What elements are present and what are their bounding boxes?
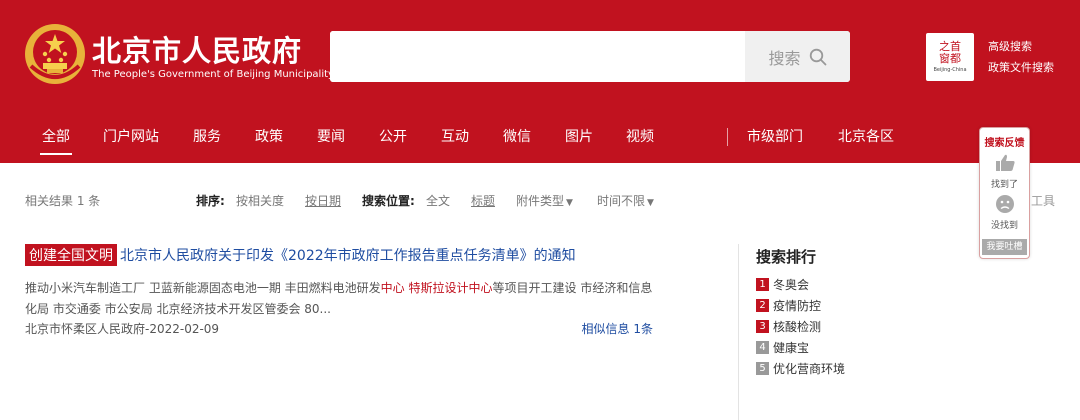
- chevron-down-icon: ▼: [566, 198, 573, 208]
- ranking-item[interactable]: 3 核酸检测: [756, 317, 956, 338]
- sort-label: 排序:: [196, 194, 225, 208]
- time-range-label: 时间不限: [597, 194, 646, 208]
- header-topbar: 北京市人民政府 The People's Government of Beiji…: [0, 0, 1080, 110]
- search-button[interactable]: 搜索: [745, 31, 850, 82]
- nav-item-policy[interactable]: 政策: [255, 111, 283, 163]
- rank-number: 3: [756, 320, 769, 333]
- result-title-text: 北京市人民政府关于印发《2022年市政府工作报告重点任务清单》的通知: [120, 248, 576, 264]
- sort-relevance[interactable]: 按相关度: [236, 192, 284, 209]
- snippet-part-a: 推动小米汽车制造工厂 卫蓝新能源固态电池一期 丰田燃料电池研发: [25, 281, 381, 295]
- snippet-highlight-1: 中心: [380, 281, 405, 295]
- nav-item-video[interactable]: 视频: [626, 111, 654, 163]
- position-full[interactable]: 全文: [426, 192, 450, 209]
- rank-label: 疫情防控: [773, 299, 822, 313]
- result-title[interactable]: 创建全国文明 北京市人民政府关于印发《2022年市政府工作报告重点任务清单》的通知: [25, 244, 655, 266]
- complain-button[interactable]: 我要吐槽: [982, 239, 1027, 255]
- snippet-part-b: 特斯拉设计: [404, 281, 469, 295]
- tools-button[interactable]: 工具: [1031, 192, 1055, 209]
- advanced-links: 高级搜索 政策文件搜索: [988, 36, 1054, 78]
- feedback-not-found[interactable]: 没找到: [980, 218, 1029, 231]
- nav-item-service[interactable]: 服务: [193, 111, 221, 163]
- nav-item-interact[interactable]: 互动: [441, 111, 469, 163]
- nav-item-departments[interactable]: 市级部门: [747, 111, 803, 163]
- feedback-widget: 搜索反馈 找到了 没找到 我要吐槽: [979, 127, 1030, 259]
- advanced-search-link[interactable]: 高级搜索: [988, 36, 1054, 57]
- rank-number: 2: [756, 299, 769, 312]
- national-emblem-icon: [25, 24, 85, 84]
- nav-item-wechat[interactable]: 微信: [503, 111, 531, 163]
- result-source-date: 北京市怀柔区人民政府-2022-02-09: [25, 322, 220, 336]
- logo-en: Beijing-China: [933, 67, 967, 73]
- rank-number: 4: [756, 341, 769, 354]
- column-divider: [738, 244, 739, 420]
- thumbs-up-icon[interactable]: [994, 153, 1016, 173]
- rank-label: 优化营商环境: [773, 362, 846, 376]
- ranking-item[interactable]: 4 健康宝: [756, 338, 956, 359]
- result-tag: 创建全国文明: [25, 244, 117, 266]
- nav-item-public[interactable]: 公开: [379, 111, 407, 163]
- ranking-item[interactable]: 2 疫情防控: [756, 296, 956, 317]
- site-header: 北京市人民政府 The People's Government of Beiji…: [0, 0, 1080, 163]
- sad-face-icon[interactable]: [994, 194, 1016, 214]
- result-count: 相关结果 1 条: [25, 194, 101, 208]
- rank-label: 健康宝: [773, 341, 810, 355]
- sort-date[interactable]: 按日期: [305, 192, 341, 209]
- rank-label: 核酸检测: [773, 320, 822, 334]
- nav-item-portal[interactable]: 门户网站: [103, 111, 159, 163]
- search-ranking: 搜索排行 1 冬奥会 2 疫情防控 3 核酸检测 4 健康宝 5 优化营商环境: [756, 246, 956, 380]
- position-title[interactable]: 标题: [471, 192, 495, 209]
- position-label: 搜索位置:: [362, 194, 415, 208]
- site-title[interactable]: 北京市人民政府: [92, 28, 302, 70]
- attachment-type-dropdown[interactable]: 附件类型 ▼: [516, 192, 573, 209]
- similar-info-link[interactable]: 相似信息 1条: [582, 320, 653, 337]
- rank-number: 5: [756, 362, 769, 375]
- time-range-dropdown[interactable]: 时间不限 ▼: [597, 192, 654, 209]
- nav-item-images[interactable]: 图片: [565, 111, 593, 163]
- capital-window-logo[interactable]: 之首 窗都 Beijing-China: [926, 33, 974, 81]
- result-snippet: 推动小米汽车制造工厂 卫蓝新能源固态电池一期 丰田燃料电池研发中心 特斯拉设计中…: [25, 278, 655, 320]
- feedback-title: 搜索反馈: [984, 138, 1025, 149]
- result-meta: 北京市怀柔区人民政府-2022-02-09 相似信息 1条: [25, 320, 655, 340]
- search-input[interactable]: [330, 31, 744, 82]
- nav-item-news[interactable]: 要闻: [317, 111, 345, 163]
- site-subtitle: The People's Government of Beijing Munic…: [92, 69, 334, 80]
- rank-label: 冬奥会: [773, 278, 810, 292]
- search-result: 创建全国文明 北京市人民政府关于印发《2022年市政府工作报告重点任务清单》的通知…: [25, 244, 655, 340]
- search-button-label: 搜索: [768, 48, 801, 68]
- results-toolbar: 相关结果 1 条 排序: 按相关度 按日期 搜索位置: 全文 标题 附件类型 ▼ …: [0, 188, 1080, 212]
- logo-chars-bottom: 窗都: [939, 52, 961, 65]
- nav-item-all[interactable]: 全部: [40, 111, 72, 163]
- chevron-down-icon: ▼: [647, 198, 654, 208]
- main-nav: 全部 门户网站 服务 政策 要闻 公开 互动 微信 图片 视频 市级部门 北京各…: [0, 111, 1080, 163]
- feedback-found[interactable]: 找到了: [980, 177, 1029, 190]
- rank-number: 1: [756, 278, 769, 291]
- search-icon: [809, 48, 826, 65]
- attachment-type-label: 附件类型: [516, 194, 565, 208]
- search-box: 搜索: [330, 31, 850, 82]
- ranking-title: 搜索排行: [756, 248, 817, 266]
- nav-item-districts[interactable]: 北京各区: [838, 111, 894, 163]
- policy-search-link[interactable]: 政策文件搜索: [988, 57, 1054, 78]
- snippet-highlight-2: 中心: [468, 281, 493, 295]
- nav-separator: [727, 128, 728, 146]
- ranking-item[interactable]: 1 冬奥会: [756, 275, 956, 296]
- ranking-item[interactable]: 5 优化营商环境: [756, 359, 956, 380]
